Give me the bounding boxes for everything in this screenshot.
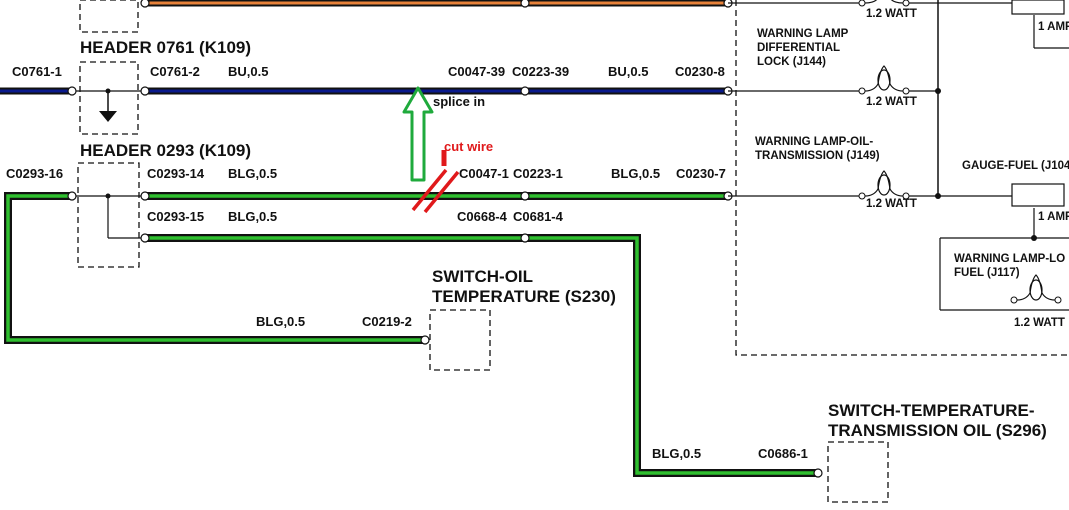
switch-oil-title-2: TEMPERATURE (S230) [432,287,616,306]
lamp-trans-title-1: WARNING LAMP-OIL- [755,136,873,148]
switch-oil-title-1: SWITCH-OIL [432,267,533,286]
switch-trans-title-2: TRANSMISSION OIL (S296) [828,421,1047,440]
watt-label-diff: 1.2 WATT [866,96,917,108]
wire-spec-bu-a: BU,0.5 [228,64,268,79]
connector-c0293-15: C0293-15 [147,209,204,224]
header-0761-box-top [79,0,139,33]
connector-c0219-2: C0219-2 [362,314,412,329]
wire-spec-blg-a: BLG,0.5 [228,166,277,181]
gauge-fuel-title: GAUGE-FUEL (J104 [962,160,1069,172]
lamp-fuel-title-2: FUEL (J117) [954,267,1020,279]
wiring-diagram: HEADER 0761 (K109) C0761-1 C0761-2 BU,0.… [0,0,1069,503]
splice-arrow-icon [402,86,434,182]
lamp-fuel-title-1: WARNING LAMP-LO [954,253,1065,265]
wire-spec-blg-e: BLG,0.5 [652,446,701,461]
watt-label-top: 1.2 WATT [866,8,917,20]
lamp-fuel-icon [1010,274,1062,304]
wire-spec-blg-c: BLG,0.5 [228,209,277,224]
cut-annotation: cut wire [444,139,493,154]
connector-c0047-39: C0047-39 [448,64,505,79]
switch-trans-box [827,441,889,503]
wire-spec-blg-d: BLG,0.5 [256,314,305,329]
wire-spec-blg-b: BLG,0.5 [611,166,660,181]
watt-label-fuel: 1.2 WATT [1014,317,1065,329]
header-0761-label: HEADER 0761 (K109) [80,38,251,57]
lamp-diff-title-3: LOCK (J144) [757,56,826,68]
green-wires [4,191,823,478]
connector-c0223-39: C0223-39 [512,64,569,79]
connector-c0681-4: C0681-4 [513,209,564,224]
watt-label-trans: 1.2 WATT [866,198,917,210]
connector-c0686-1: C0686-1 [758,446,808,461]
lamp-trans-title-2: TRANSMISSION (J149) [755,150,880,162]
connector-c0230-8: C0230-8 [675,64,725,79]
header-0761-box [79,61,139,135]
connector-c0761-2: C0761-2 [150,64,200,79]
connector-c0047-1: C0047-1 [459,166,509,181]
header-0293-label: HEADER 0293 (K109) [80,141,251,160]
lamp-top-icon [858,0,910,7]
connector-c0668-4: C0668-4 [457,209,508,224]
orange-wire [140,0,733,8]
lamp-diff-title-1: WARNING LAMP [757,28,849,40]
switch-trans-title-1: SWITCH-TEMPERATURE- [828,401,1035,420]
connector-c0223-1: C0223-1 [513,166,563,181]
connector-c0230-7: C0230-7 [676,166,726,181]
amp-label-gauge: 1 AMP [1038,211,1069,223]
header-link-arrow-icon [99,88,117,122]
lamp-diff-lock-icon [858,65,910,95]
splice-annotation: splice in [433,94,485,109]
switch-oil-box [429,309,491,371]
wire-spec-bu-b: BU,0.5 [608,64,648,79]
connector-c0293-16: C0293-16 [6,166,63,181]
connector-c0293-14: C0293-14 [147,166,205,181]
lamp-trans-icon [858,170,910,200]
amp-label-top: 1 AMP [1038,21,1069,33]
lamp-diff-title-2: DIFFERENTIAL [757,42,840,54]
connector-c0761-1: C0761-1 [12,64,62,79]
